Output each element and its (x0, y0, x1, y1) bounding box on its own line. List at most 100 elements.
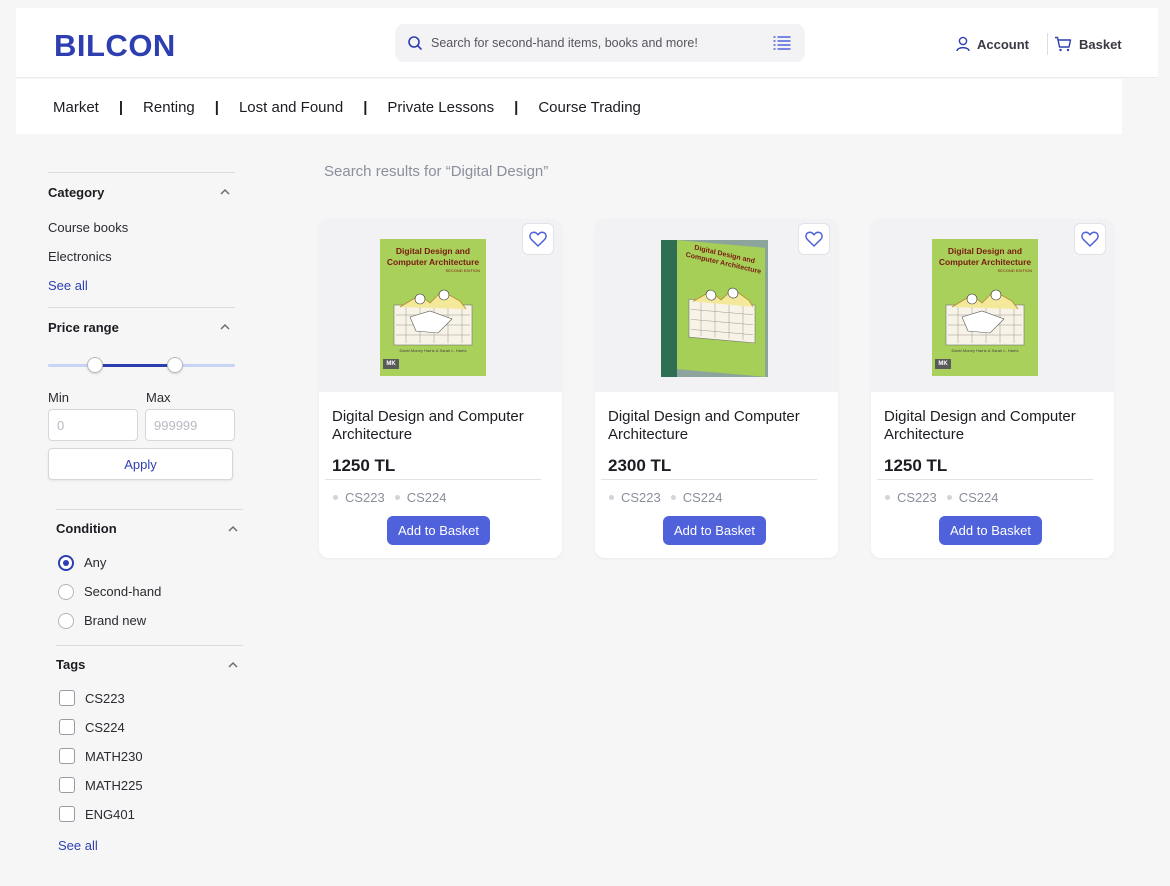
tag-label-math225[interactable]: MATH225 (85, 778, 143, 793)
top-header: BILCON Account Basket (16, 8, 1158, 78)
add-to-basket-button[interactable]: Add to Basket (387, 516, 490, 545)
category-option-course-books[interactable]: Course books (48, 220, 128, 235)
nav-market[interactable]: Market (53, 99, 99, 116)
condition-radio-any[interactable] (58, 555, 74, 571)
condition-title[interactable]: Condition (56, 521, 117, 536)
tag-checkbox-math230[interactable] (59, 748, 75, 764)
min-label: Min (48, 390, 69, 405)
nav-renting[interactable]: Renting (143, 99, 195, 116)
nav-lost-and-found[interactable]: Lost and Found (239, 99, 343, 116)
favorite-button[interactable] (1074, 223, 1106, 255)
main-nav: Market | Renting | Lost and Found | Priv… (16, 79, 1122, 134)
product-tag: CS224 (395, 490, 447, 505)
tag-checkbox-eng401[interactable] (59, 806, 75, 822)
max-price-input[interactable] (145, 409, 235, 441)
product-title[interactable]: Digital Design and Computer Architecture (608, 408, 828, 444)
product-tag: CS223 (333, 490, 385, 505)
tag-checkbox-cs224[interactable] (59, 719, 75, 735)
product-title[interactable]: Digital Design and Computer Architecture (332, 408, 552, 444)
filter-list-icon[interactable] (773, 35, 791, 51)
user-icon (956, 36, 970, 52)
logo[interactable]: BILCON (54, 28, 176, 64)
product-card[interactable]: Digital Design and Computer Architecture… (595, 219, 838, 558)
price-range-title[interactable]: Price range (48, 320, 119, 335)
tag-label-math230[interactable]: MATH230 (85, 749, 143, 764)
divider (48, 172, 235, 173)
condition-radio-second-hand[interactable] (58, 584, 74, 600)
cover-authors: David Money Harris & Sarah L. Harris (399, 348, 467, 353)
basket-label: Basket (1079, 36, 1122, 52)
divider (56, 645, 243, 646)
apply-button[interactable]: Apply (48, 448, 233, 480)
add-to-basket-button[interactable]: Add to Basket (663, 516, 766, 545)
favorite-button[interactable] (522, 223, 554, 255)
product-tag: CS224 (671, 490, 723, 505)
basket-button[interactable]: Basket (1054, 34, 1122, 54)
search-results-heading: Search results for “Digital Design” (324, 163, 549, 180)
nav-course-trading[interactable]: Course Trading (538, 99, 641, 116)
product-price: 2300 TL (608, 456, 672, 475)
max-label: Max (146, 390, 171, 405)
favorite-button[interactable] (798, 223, 830, 255)
product-tags: CS223 CS224 (333, 490, 447, 505)
divider (601, 479, 817, 480)
divider (325, 479, 541, 480)
condition-label-brand-new[interactable]: Brand new (84, 613, 146, 628)
tag-checkbox-cs223[interactable] (59, 690, 75, 706)
heart-icon (805, 231, 823, 247)
tag-checkbox-math225[interactable] (59, 777, 75, 793)
book-cover-image: Digital Design and Computer Architecture… (380, 239, 486, 376)
tag-label-cs224[interactable]: CS224 (85, 720, 125, 735)
tags-title[interactable]: Tags (56, 657, 85, 672)
condition-label-second-hand[interactable]: Second-hand (84, 584, 161, 599)
search-input[interactable] (431, 31, 761, 55)
divider (56, 509, 243, 510)
price-min-handle[interactable] (86, 357, 103, 373)
chevron-up-icon[interactable] (219, 323, 231, 331)
tag-label-eng401[interactable]: ENG401 (85, 807, 135, 822)
product-image-area[interactable]: Digital Design and Computer Architecture… (319, 219, 562, 392)
chevron-up-icon[interactable] (227, 661, 239, 669)
product-image-area[interactable]: Digital Design and Computer Architecture… (595, 219, 838, 392)
add-to-basket-button[interactable]: Add to Basket (939, 516, 1042, 545)
tag-label-cs223[interactable]: CS223 (85, 691, 125, 706)
product-title[interactable]: Digital Design and Computer Architecture (884, 408, 1104, 444)
cover-edition: SECOND EDITION (445, 268, 480, 273)
cover-illustration (945, 289, 1025, 346)
divider (48, 307, 235, 308)
header-divider (1047, 33, 1048, 55)
account-button[interactable]: Account (956, 34, 1029, 54)
heart-icon (1081, 231, 1099, 247)
search-bar[interactable] (395, 24, 805, 62)
product-image-area[interactable]: Digital Design and Computer Architecture… (871, 219, 1114, 392)
nav-separator: | (214, 99, 219, 116)
cover-illustration (688, 287, 756, 344)
product-card[interactable]: Digital Design and Computer Architecture… (319, 219, 562, 558)
product-card[interactable]: Digital Design and Computer Architecture… (871, 219, 1114, 558)
chevron-up-icon[interactable] (219, 188, 231, 196)
account-label: Account (977, 36, 1029, 52)
product-tag: CS223 (609, 490, 661, 505)
price-max-handle[interactable] (167, 357, 184, 373)
cart-icon (1055, 36, 1072, 52)
chevron-up-icon[interactable] (227, 525, 239, 533)
cover-title: Digital Design and Computer Architecture (938, 246, 1032, 267)
book-spine (661, 240, 677, 377)
product-tags: CS223 CS224 (885, 490, 999, 505)
category-see-all-link[interactable]: See all (48, 278, 88, 293)
book-cover-image: Digital Design and Computer Architecture… (661, 240, 768, 377)
min-price-input[interactable] (48, 409, 138, 441)
tags-see-all-link[interactable]: See all (58, 838, 98, 853)
category-title[interactable]: Category (48, 185, 104, 200)
cover-illustration (393, 289, 473, 346)
condition-label-any[interactable]: Any (84, 555, 106, 570)
price-range-fill (94, 364, 176, 367)
product-price: 1250 TL (332, 456, 396, 475)
nav-private-lessons[interactable]: Private Lessons (387, 99, 494, 116)
condition-radio-brand-new[interactable] (58, 613, 74, 629)
category-option-electronics[interactable]: Electronics (48, 249, 112, 264)
publisher-logo: MK (935, 359, 951, 369)
book-front: Digital Design and Computer Architecture (677, 240, 765, 377)
price-range-slider[interactable] (48, 357, 235, 373)
nav-separator: | (118, 99, 124, 116)
